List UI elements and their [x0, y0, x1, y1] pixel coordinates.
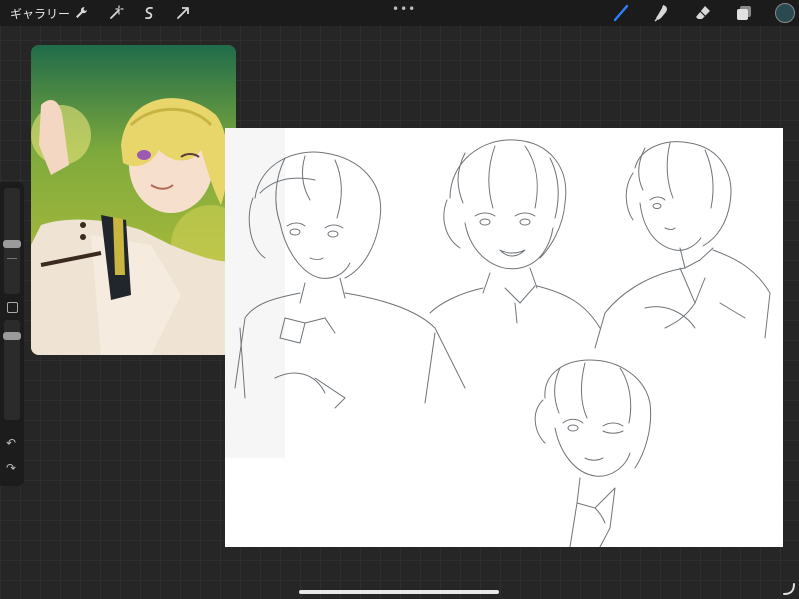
sketch-head-4 [534, 359, 652, 548]
reference-image-window[interactable] [31, 45, 236, 355]
adjustments-wand-icon[interactable] [107, 4, 125, 22]
layers-icon[interactable] [734, 3, 754, 23]
gallery-button[interactable]: ギャラリー [10, 5, 70, 22]
redo-icon[interactable]: ↷ [6, 461, 16, 475]
actions-wrench-icon[interactable] [72, 4, 90, 22]
drawing-canvas[interactable] [225, 128, 783, 548]
slider-divider [7, 258, 17, 259]
left-sidebar: ↶ ↷ [0, 182, 24, 486]
top-toolbar: ギャラリー ••• [0, 0, 799, 26]
brush-size-thumb[interactable] [3, 240, 21, 248]
undo-icon[interactable]: ↶ [6, 436, 16, 450]
eraser-icon[interactable] [693, 3, 713, 23]
brush-icon[interactable] [612, 3, 632, 23]
home-indicator[interactable] [299, 590, 499, 594]
brush-opacity-slider[interactable] [3, 320, 21, 420]
modify-button[interactable] [7, 302, 18, 313]
more-options-dots[interactable]: ••• [392, 2, 416, 16]
sketch-layer [225, 128, 771, 548]
quick-menu-corner-icon[interactable] [782, 582, 796, 596]
sketch-head-2 [429, 139, 601, 329]
transform-arrow-icon[interactable] [174, 4, 192, 22]
smudge-icon[interactable] [652, 3, 672, 23]
brush-opacity-thumb[interactable] [3, 332, 21, 340]
color-picker-swatch[interactable] [775, 3, 795, 23]
selection-icon[interactable] [140, 4, 158, 22]
reference-image [31, 45, 236, 355]
sketch-head-3 [594, 141, 771, 349]
brush-size-slider[interactable] [3, 188, 21, 294]
